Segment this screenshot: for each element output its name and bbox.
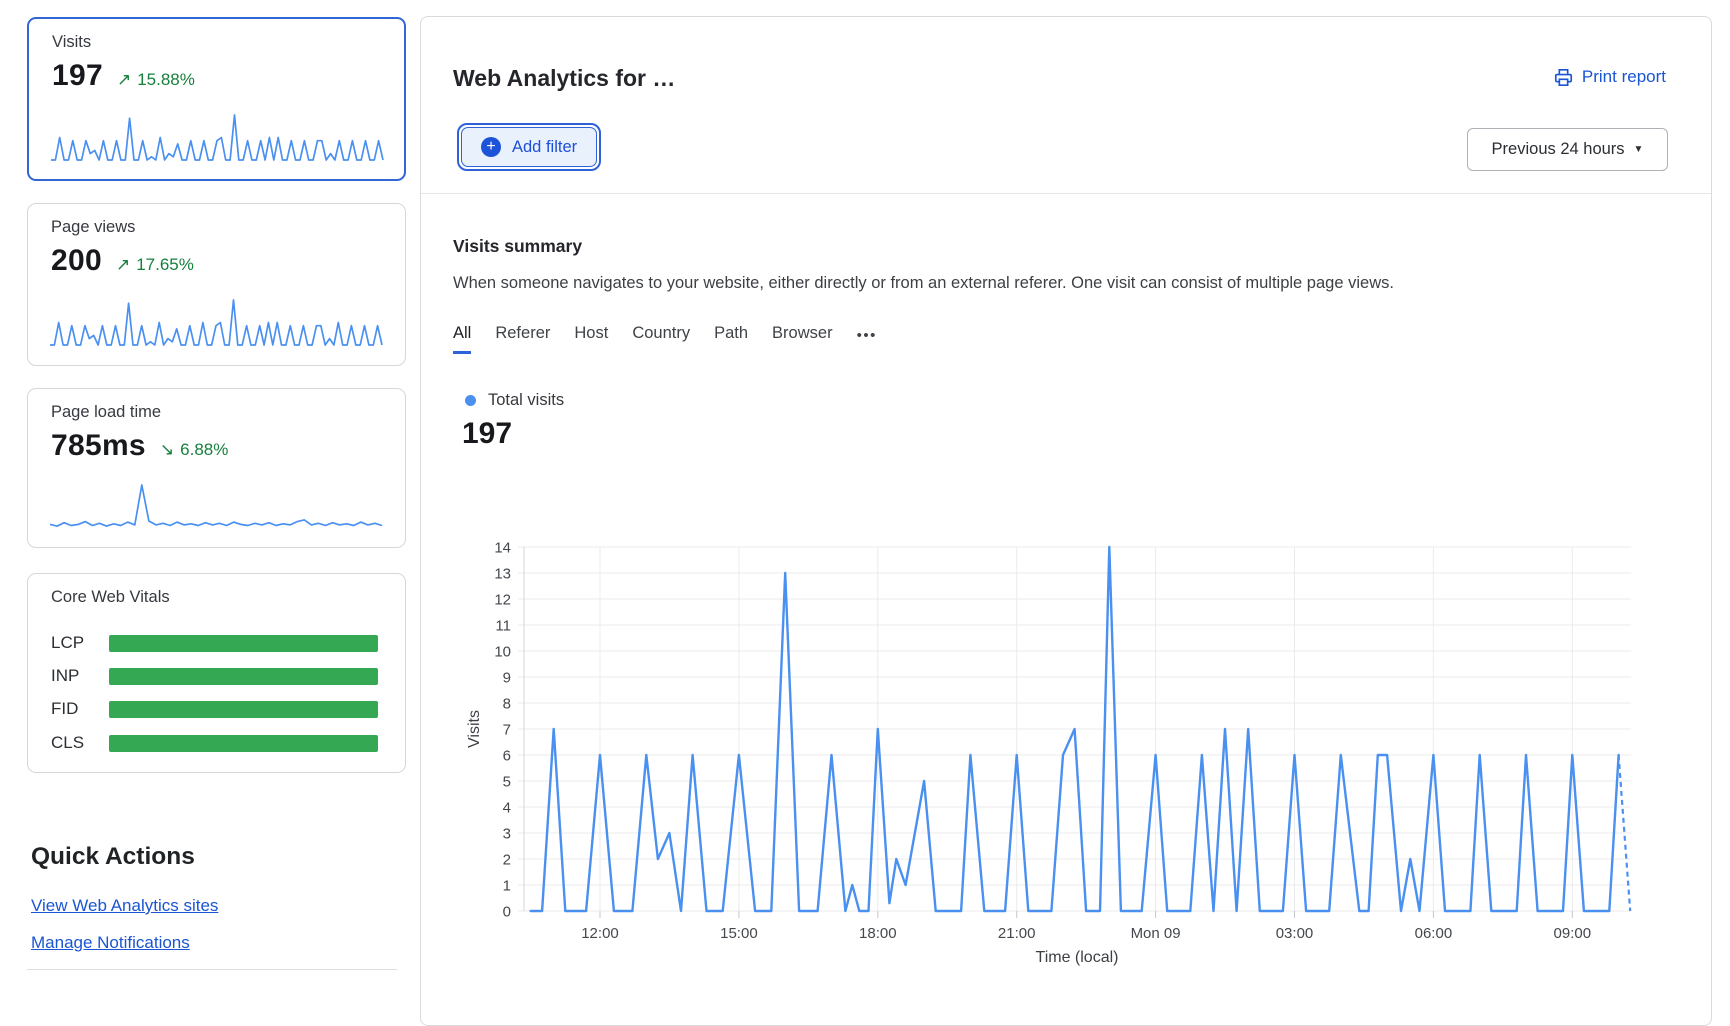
page-views-card-title: Page views — [51, 218, 135, 237]
svg-text:21:00: 21:00 — [998, 925, 1036, 942]
visits-card[interactable]: Visits 197 ↗ 15.88% — [27, 17, 406, 181]
visits-sparkline — [49, 111, 385, 163]
chart-legend: Total visits — [465, 391, 564, 410]
trend-down-icon: ↘ — [160, 440, 174, 460]
visits-summary-description: When someone navigates to your website, … — [453, 274, 1394, 293]
cwv-inp-bar — [109, 668, 378, 685]
add-filter-focus-ring: + Add filter — [457, 123, 601, 171]
page-views-delta-value: 17.65% — [136, 255, 194, 275]
page-load-time-card[interactable]: Page load time 785ms ↘ 6.88% — [27, 388, 406, 548]
time-range-dropdown[interactable]: Previous 24 hours ▼ — [1467, 128, 1668, 171]
page-views-card[interactable]: Page views 200 ↗ 17.65% — [27, 203, 406, 366]
cwv-lcp-bar — [109, 635, 378, 652]
svg-text:15:00: 15:00 — [720, 925, 758, 942]
cwv-cls-label: CLS — [51, 733, 109, 753]
web-analytics-panel: Web Analytics for … Print report + Add f… — [420, 16, 1712, 1026]
visits-card-title: Visits — [52, 33, 91, 52]
svg-text:10: 10 — [494, 644, 511, 661]
svg-text:7: 7 — [503, 722, 511, 739]
trend-up-icon: ↗ — [116, 255, 130, 275]
page-title: Web Analytics for … — [453, 65, 675, 92]
svg-text:13: 13 — [494, 566, 511, 583]
page-load-time-card-title: Page load time — [51, 403, 161, 422]
svg-text:5: 5 — [503, 774, 511, 791]
header-divider — [421, 193, 1711, 194]
tab-browser[interactable]: Browser — [772, 324, 833, 354]
tab-host[interactable]: Host — [574, 324, 608, 354]
tab-referer[interactable]: Referer — [495, 324, 550, 354]
svg-text:Visits: Visits — [466, 710, 483, 748]
svg-text:Mon 09: Mon 09 — [1131, 925, 1181, 942]
plus-circle-icon: + — [481, 137, 501, 157]
cwv-cls-bar — [109, 735, 378, 752]
page-load-time-sparkline — [48, 481, 384, 533]
svg-text:8: 8 — [503, 696, 511, 713]
page-load-time-delta-value: 6.88% — [180, 440, 228, 460]
svg-text:09:00: 09:00 — [1554, 925, 1592, 942]
dimension-tabs: All Referer Host Country Path Browser ••… — [453, 324, 877, 354]
time-range-label: Previous 24 hours — [1492, 140, 1625, 159]
svg-text:03:00: 03:00 — [1276, 925, 1314, 942]
svg-text:Time (local): Time (local) — [1036, 949, 1119, 966]
page-load-time-delta: ↘ 6.88% — [160, 440, 228, 460]
page-views-value: 200 — [51, 244, 102, 278]
svg-text:6: 6 — [503, 748, 511, 765]
svg-text:0: 0 — [503, 904, 511, 921]
total-visits-value: 197 — [462, 417, 512, 451]
add-filter-button[interactable]: + Add filter — [461, 127, 597, 167]
core-web-vitals-title: Core Web Vitals — [51, 588, 170, 607]
more-tabs-button[interactable]: ••• — [857, 327, 877, 354]
cwv-inp-label: INP — [51, 666, 109, 686]
print-report-button[interactable]: Print report — [1554, 67, 1666, 87]
visits-value: 197 — [52, 59, 103, 93]
svg-text:4: 4 — [503, 800, 511, 817]
page-load-time-value: 785ms — [51, 429, 146, 463]
printer-icon — [1554, 68, 1573, 87]
svg-text:11: 11 — [495, 618, 511, 635]
cwv-lcp-label: LCP — [51, 633, 109, 653]
svg-text:1: 1 — [503, 878, 511, 895]
svg-text:12:00: 12:00 — [581, 925, 619, 942]
cwv-fid-label: FID — [51, 699, 109, 719]
chevron-down-icon: ▼ — [1634, 144, 1644, 155]
print-report-label: Print report — [1582, 67, 1666, 87]
legend-label: Total visits — [488, 391, 564, 410]
svg-text:18:00: 18:00 — [859, 925, 897, 942]
svg-text:3: 3 — [503, 826, 511, 843]
legend-dot — [465, 395, 476, 406]
svg-text:12: 12 — [494, 592, 511, 609]
quick-actions-heading: Quick Actions — [31, 843, 195, 871]
svg-text:2: 2 — [503, 852, 511, 869]
visits-delta-value: 15.88% — [137, 70, 195, 90]
add-filter-label: Add filter — [512, 138, 577, 157]
cwv-fid-bar — [109, 701, 378, 718]
page-views-sparkline — [48, 296, 384, 348]
sidebar-divider — [27, 969, 397, 970]
svg-text:06:00: 06:00 — [1415, 925, 1453, 942]
visits-summary-title: Visits summary — [453, 236, 582, 257]
tab-all[interactable]: All — [453, 324, 471, 354]
visits-line-chart: 12:00 15:00 18:00 21:00 Mon 09 03:00 06:00 09:0… — [441, 521, 1701, 991]
view-web-analytics-sites-link[interactable]: View Web Analytics sites — [31, 896, 218, 916]
trend-up-icon: ↗ — [117, 70, 131, 90]
tab-country[interactable]: Country — [632, 324, 690, 354]
svg-text:9: 9 — [503, 670, 511, 687]
page-views-delta: ↗ 17.65% — [116, 255, 194, 275]
tab-path[interactable]: Path — [714, 324, 748, 354]
manage-notifications-link[interactable]: Manage Notifications — [31, 933, 190, 953]
core-web-vitals-card[interactable]: Core Web Vitals LCP INP FID CLS — [27, 573, 406, 773]
svg-text:14: 14 — [494, 540, 511, 557]
visits-delta: ↗ 15.88% — [117, 70, 195, 90]
